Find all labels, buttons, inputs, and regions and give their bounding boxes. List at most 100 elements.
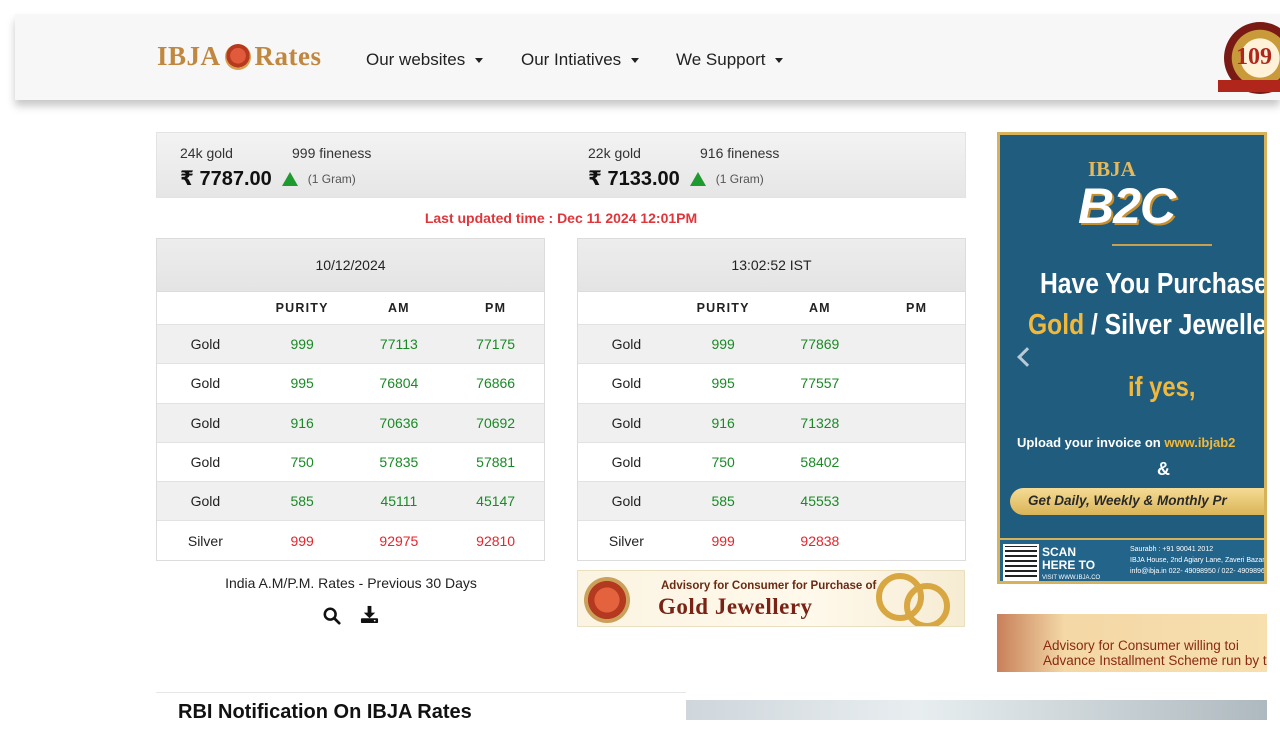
badge-ribbon (1218, 80, 1280, 92)
b2c-upload-text: Upload your invoice on www.ibjab2 (1017, 435, 1235, 450)
scan-small: VISIT WWW.IBJA.CO (1042, 575, 1101, 581)
table-row: Silver 999 92838 (578, 520, 965, 560)
contact-block: Saurabh : +91 90041 2012 IBJA House, 2nd… (1130, 544, 1267, 577)
rates-table-left: 10/12/2024 PURITY AM PM Gold 999 77113 7717… (156, 238, 545, 561)
am-rate-cell: 58402 (800, 454, 840, 471)
purity-cell: 999 (290, 336, 314, 353)
rate-unit: (1 Gram) (307, 171, 356, 186)
ibja-rates-logo[interactable]: IBJA Rates (157, 40, 322, 72)
pill-text: Get Daily, Weekly & Monthly Pr (1028, 493, 1227, 508)
nav-our-initiatives[interactable]: Our Intiatives (521, 50, 640, 70)
advisory-line2: Advance Installment Scheme run by t (1043, 653, 1267, 668)
search-icon[interactable] (323, 607, 341, 625)
metal-cell: Silver (187, 532, 223, 549)
metal-cell: Silver (608, 532, 644, 549)
purity-cell: 750 (711, 454, 735, 471)
purity-cell: 995 (711, 375, 735, 392)
rate-price: ₹ 7133.00 (588, 168, 680, 190)
am-rate-cell: 77869 (800, 336, 840, 353)
rate-karat: 22k gold (588, 145, 641, 161)
nav-we-support[interactable]: We Support (676, 50, 784, 70)
purity-cell: 999 (711, 336, 735, 353)
qr-code-icon (1003, 544, 1039, 581)
am-rate-cell: 77113 (379, 336, 418, 353)
metal-cell: Gold (190, 493, 221, 510)
bottom-banner-image (686, 700, 1267, 720)
purity-cell: 585 (290, 493, 314, 510)
table-row: Silver 999 92975 92810 (157, 520, 544, 560)
am-rate-cell: 45553 (800, 493, 840, 510)
scan-line1: SCAN (1042, 545, 1077, 559)
col-pm: PM (906, 301, 928, 315)
table-row: Gold 999 77113 77175 (157, 324, 544, 364)
am-rate-cell: 45111 (380, 493, 418, 510)
rate-price: ₹ 7787.00 (180, 168, 272, 190)
pm-rate-cell: 45147 (476, 493, 516, 510)
table-row: Gold 750 58402 (578, 441, 965, 482)
ibja-seal-icon (584, 577, 630, 623)
am-rate-cell: 70636 (379, 414, 419, 431)
table-row: Gold 585 45111 45147 (157, 481, 544, 521)
col-pm: PM (485, 301, 507, 315)
am-rate-cell: 77557 (800, 375, 840, 392)
purity-cell: 995 (290, 375, 314, 392)
rate-fineness: 916 fineness (700, 145, 780, 161)
metal-cell: Gold (611, 375, 642, 392)
table-row: Gold 995 76804 76866 (157, 363, 544, 403)
table-date-header: 10/12/2024 (157, 239, 544, 292)
scan-line2: HERE TO (1042, 558, 1096, 572)
pm-rate-cell: 70692 (476, 414, 516, 431)
live-rate-bar: 24k gold 999 fineness ₹ 7787.00 (1 Gram)… (156, 132, 966, 198)
contact-line: info@ibja.in 022- 49098950 / 022- 490989… (1130, 568, 1267, 575)
table-row: Gold 916 71328 (578, 402, 965, 442)
am-rate-cell: 92975 (379, 532, 419, 549)
advisory-installment-banner[interactable]: Advisory for Consumer willing toi Advanc… (997, 614, 1267, 672)
metal-cell: Gold (611, 493, 642, 510)
table-row: Gold 750 57835 57881 (157, 441, 544, 482)
b2c-headline2: Gold / Silver Jewelle (1028, 309, 1264, 342)
b2c-pill: Get Daily, Weekly & Monthly Pr (1010, 488, 1264, 515)
advisory-line2: Gold Jewellery (658, 594, 813, 619)
b2c-title: B2C (1078, 178, 1176, 234)
rbi-notification-card: RBI Notification On IBJA Rates (156, 692, 686, 732)
caret-down-icon (475, 57, 484, 63)
nav-our-websites[interactable]: Our websites (366, 50, 484, 70)
pm-rate-cell: 92810 (476, 532, 516, 549)
rate-unit: (1 Gram) (715, 171, 764, 186)
b2c-promo-slider[interactable]: IBJA B2C Have You Purchase Gold / Silver… (997, 132, 1267, 584)
b2c-footer: SCAN HERE TO VISIT WWW.IBJA.CO Saurabh :… (1000, 538, 1267, 581)
am-rate-cell: 71328 (800, 414, 840, 431)
download-icon[interactable] (360, 605, 379, 624)
badge-number: 109 (1236, 44, 1272, 70)
b2c-divider (1112, 244, 1212, 246)
table-column-headers: PURITY AM PM (157, 292, 544, 324)
table-column-headers: PURITY AM PM (578, 292, 965, 324)
pm-rate-cell: 57881 (476, 454, 516, 471)
metal-cell: Gold (190, 375, 221, 392)
rbi-notification-title: RBI Notification On IBJA Rates (178, 701, 472, 723)
chevron-left-icon[interactable] (1017, 347, 1037, 367)
rate-fineness: 999 fineness (292, 145, 372, 161)
caret-down-icon (631, 57, 640, 63)
trend-up-icon (689, 171, 706, 186)
purity-cell: 999 (290, 532, 314, 549)
advisory-gold-jewellery-banner[interactable]: Advisory for Consumer for Purchase of Go… (577, 570, 965, 627)
metal-cell: Gold (611, 454, 642, 471)
contact-line: Saurabh : +91 90041 2012 (1130, 546, 1214, 553)
table-time-header: 13:02:52 IST (578, 239, 965, 292)
nav-label: Our Intiatives (521, 50, 622, 69)
logo-text-left: IBJA (157, 40, 221, 71)
pm-rate-cell: 76866 (476, 375, 516, 392)
metal-cell: Gold (190, 336, 221, 353)
purity-cell: 916 (711, 414, 735, 431)
rate-24k: 24k gold 999 fineness ₹ 7787.00 (1 Gram) (180, 145, 371, 191)
purity-cell: 916 (290, 414, 314, 431)
rate-karat: 24k gold (180, 145, 233, 161)
table-row: Gold 916 70636 70692 (157, 402, 544, 442)
logo-text-right: Rates (254, 40, 322, 71)
purity-cell: 750 (290, 454, 314, 471)
table-row: Gold 585 45553 (578, 481, 965, 521)
am-rate-cell: 92838 (800, 532, 840, 549)
b2c-if-yes: if yes, (1128, 371, 1196, 402)
rates-table-right: 13:02:52 IST PURITY AM PM Gold 999 77869 Go… (577, 238, 966, 561)
